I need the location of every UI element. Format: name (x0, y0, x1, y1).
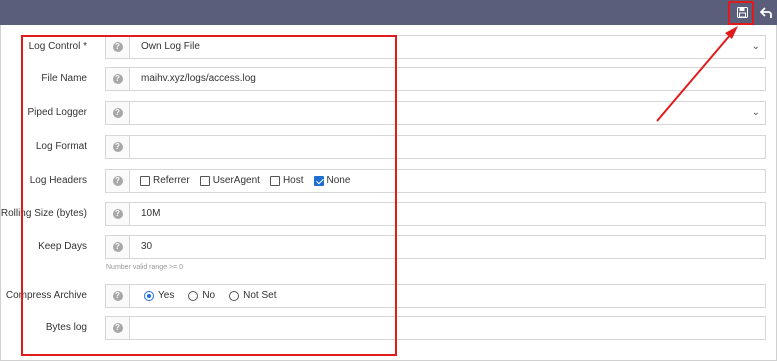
annotation-arrow-icon (656, 26, 738, 122)
